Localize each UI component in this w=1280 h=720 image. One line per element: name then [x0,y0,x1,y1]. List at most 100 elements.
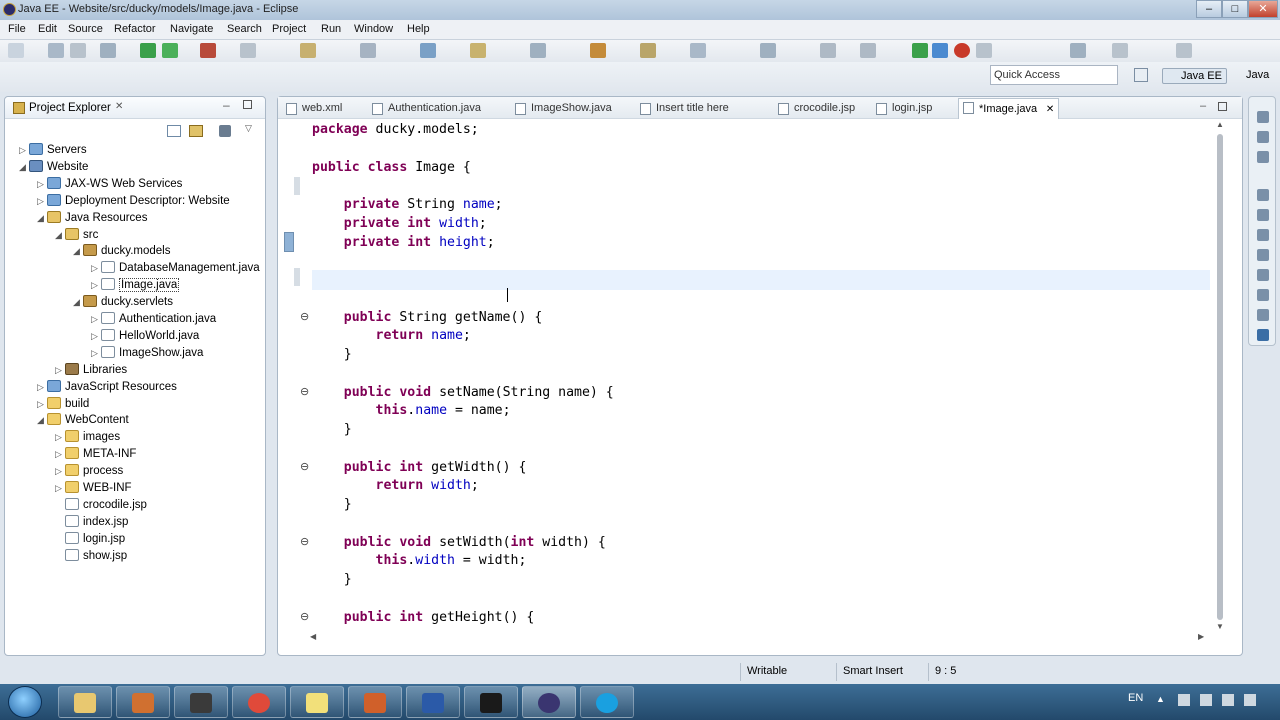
open-perspective-button[interactable] [1134,68,1148,82]
prev-edit-icon[interactable] [760,43,776,58]
language-indicator[interactable]: EN [1128,692,1143,704]
taskbar-powerpoint[interactable] [348,686,402,718]
editor-tab[interactable]: Authentication.java [368,100,485,118]
menu-refactor[interactable]: Refactor [114,23,156,35]
console-view-icon[interactable] [1257,309,1269,321]
fold-toggle-icon[interactable]: ⊖ [300,460,310,473]
expand-toggle-icon[interactable]: ◢ [73,294,83,310]
volume-icon[interactable] [1222,694,1234,706]
close-button[interactable]: ✕ [1248,0,1278,18]
expand-toggle-icon[interactable]: ▷ [55,446,65,462]
tree-item[interactable]: crocodile.jsp [55,497,147,514]
tree-item[interactable]: ▷ DatabaseManagement.java [91,260,260,277]
taskbar-flash[interactable] [174,686,228,718]
expand-toggle-icon[interactable]: ◢ [73,243,83,259]
editor-tab[interactable]: Insert title here [636,100,733,118]
run-server-icon[interactable] [162,43,178,58]
expand-toggle-icon[interactable]: ▷ [91,328,101,344]
console-icon[interactable] [1257,151,1269,163]
print-icon[interactable] [100,43,116,58]
tree-item[interactable]: ▷ process [55,463,123,480]
taskbar-explorer[interactable] [58,686,112,718]
open-type-icon[interactable] [360,43,376,58]
scroll-left-icon[interactable]: ◀ [310,632,316,641]
tree-item[interactable]: ◢ WebContent [37,412,129,429]
expand-toggle-icon[interactable]: ▷ [91,311,101,327]
view-menu-icon[interactable]: ▽ [245,123,252,134]
expand-toggle-icon[interactable]: ◢ [19,159,29,175]
taskbar-cmd[interactable] [464,686,518,718]
expand-toggle-icon[interactable]: ▷ [55,362,65,378]
minimize-button[interactable]: – [1196,0,1222,18]
fold-toggle-icon[interactable]: ⊖ [300,310,310,323]
close-view-icon[interactable]: ✕ [115,101,123,112]
tree-item[interactable]: ▷ Image.java [91,277,180,294]
save-all-icon[interactable] [70,43,86,58]
tree-item[interactable]: ▷ JavaScript Resources [37,379,177,396]
search-icon[interactable] [420,43,436,58]
menu-source[interactable]: Source [68,23,103,35]
stop-circle-icon[interactable] [954,43,970,58]
menu-navigate[interactable]: Navigate [170,23,213,35]
save-icon[interactable] [48,43,64,58]
outline-icon[interactable] [1257,111,1269,123]
action-center-icon[interactable] [1178,694,1190,706]
fold-toggle-icon[interactable]: ⊖ [300,385,310,398]
collapse-all-icon[interactable] [167,125,181,137]
tree-item[interactable]: ▷ ImageShow.java [91,345,203,362]
minimize-editor-icon[interactable]: – [1200,100,1206,112]
progress-icon[interactable] [1257,329,1269,341]
tree-item[interactable]: ▷ WEB-INF [55,480,132,497]
editor-tab[interactable]: *Image.java ✕ [958,98,1060,119]
menu-file[interactable]: File [8,23,26,35]
tree-item[interactable]: ▷ Libraries [55,362,127,379]
tree-item[interactable]: ▷ JAX-WS Web Services [37,176,182,193]
expand-toggle-icon[interactable]: ▷ [91,277,101,293]
tree-item[interactable]: ▷ HelloWorld.java [91,328,199,345]
filter-icon[interactable] [219,125,231,137]
perspective-java-ee[interactable]: Java EE [1162,68,1227,84]
misc-icon[interactable] [1112,43,1128,58]
taskbar-media-player[interactable] [116,686,170,718]
data-source-icon[interactable] [1257,249,1269,261]
back-icon[interactable] [820,43,836,58]
scroll-thumb[interactable] [1217,134,1223,620]
expand-toggle-icon[interactable]: ▷ [37,396,47,412]
fold-toggle-icon[interactable]: ⊖ [300,610,310,623]
properties-icon[interactable] [1257,209,1269,221]
expand-toggle-icon[interactable]: ◢ [37,210,47,226]
expand-toggle-icon[interactable]: ◢ [37,412,47,428]
perspective-java[interactable]: Java [1236,69,1269,81]
tree-item[interactable]: ▷ META-INF [55,446,136,463]
vertical-scrollbar[interactable]: ▲ ▼ [1213,120,1227,632]
start-button[interactable] [8,686,42,718]
fold-toggle-icon[interactable]: ⊖ [300,535,310,548]
close-tab-icon[interactable]: ✕ [1043,104,1054,115]
forward-icon[interactable] [860,43,876,58]
link-editor-icon[interactable] [189,125,203,137]
taskbar-chrome[interactable] [232,686,286,718]
new-icon[interactable] [8,43,24,58]
task-icon[interactable] [690,43,706,58]
editor-tab[interactable]: web.xml [282,100,346,118]
maximize-view-icon[interactable] [243,100,252,109]
expand-toggle-icon[interactable]: ▷ [91,260,101,276]
tree-item[interactable]: login.jsp [55,531,125,548]
scroll-down-icon[interactable]: ▼ [1216,622,1224,631]
tree-item[interactable]: index.jsp [55,514,128,531]
tree-item[interactable]: ▷ Authentication.java [91,311,216,328]
menu-search[interactable]: Search [227,23,262,35]
markers-icon[interactable] [1257,189,1269,201]
new-package-icon[interactable] [640,43,656,58]
annotation-icon[interactable] [530,43,546,58]
tree-item[interactable]: ▷ Deployment Descriptor: Website [37,193,230,210]
taskbar-skype[interactable] [580,686,634,718]
scroll-up-icon[interactable]: ▲ [1216,120,1224,129]
server-start-icon[interactable] [140,43,156,58]
open-folder-icon[interactable] [470,43,486,58]
tool-icon[interactable] [1070,43,1086,58]
tree-item[interactable]: ◢ src [55,227,98,244]
menu-project[interactable]: Project [272,23,306,35]
minimize-view-icon[interactable]: – [223,98,230,112]
expand-toggle-icon[interactable]: ▷ [55,463,65,479]
